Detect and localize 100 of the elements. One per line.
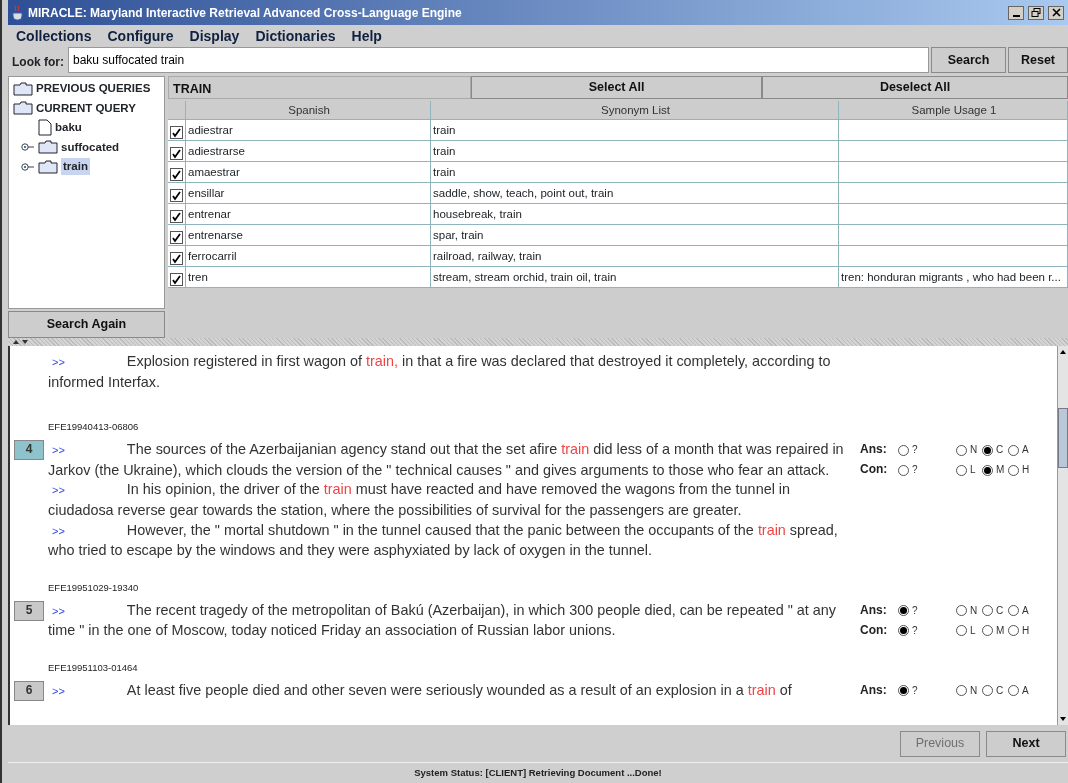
table-cell: housebreak, train (433, 208, 522, 220)
radio-label: A (1022, 684, 1029, 699)
column-header: Spanish (186, 101, 431, 120)
scrollbar-thumb[interactable] (1058, 408, 1068, 468)
checkbox[interactable] (170, 146, 183, 160)
checkbox[interactable] (170, 209, 183, 223)
search-again-button[interactable]: Search Again (8, 311, 165, 338)
toolbar-button[interactable]: Select All (471, 76, 763, 99)
result-number-button[interactable]: 6 (14, 680, 44, 701)
checkbox[interactable] (170, 125, 183, 139)
toolbar-button[interactable]: Reset (1008, 47, 1068, 73)
folder-icon (13, 81, 33, 96)
table-cell: adiestrar (188, 124, 233, 136)
folder-icon (13, 101, 33, 116)
radio-label: ? (912, 443, 918, 458)
table-cell: ensillar (188, 187, 225, 199)
table-cell: train (433, 124, 456, 136)
table-cell: train (433, 166, 456, 178)
checkbox[interactable] (170, 272, 183, 286)
collapse-arrows-icon[interactable] (12, 339, 30, 345)
tree-item[interactable]: baku (55, 119, 82, 137)
nav-button[interactable]: Next (986, 730, 1066, 757)
paragraph-text: >> At least five people died and other seven were seriously wounded as a result of an explosion in a train of (51, 680, 793, 700)
minimize-icon (1012, 15, 1020, 17)
app-icon (12, 4, 24, 21)
menu-item[interactable]: Help (351, 25, 382, 47)
radio-button[interactable] (898, 625, 909, 637)
radio-button[interactable] (982, 444, 993, 456)
toolbar-button[interactable]: Search (931, 47, 1006, 73)
radio-label: ? (912, 623, 918, 638)
radio-button[interactable] (1008, 685, 1019, 697)
checkbox[interactable] (170, 230, 183, 244)
rating-label: Con: (860, 621, 889, 639)
status-text: System Status: [CLIENT] Retrieving Document ...Done! (414, 767, 662, 778)
radio-label: N (970, 603, 978, 618)
folder-icon (38, 159, 58, 174)
document-id: EFE19951029-19340 (48, 580, 140, 595)
paragraph-text: >> However, the " mortal shutdown " in the tunnel caused that the panic between the occupants of the train spread, who tried to escape by the windows and they were asphyxiated by lack of oxygen in the tunnel. (48, 520, 839, 561)
radio-label: H (1022, 623, 1030, 638)
window-title: MIRACLE: Maryland Interactive Retrieval Advanced Cross-Language Engine (28, 4, 463, 22)
tree-item[interactable]: suffocated (61, 138, 120, 156)
radio-button[interactable] (1008, 605, 1019, 617)
radio-button[interactable] (982, 464, 993, 476)
tree-item[interactable]: train (61, 158, 90, 176)
table-cell: ferrocarril (188, 250, 237, 262)
radio-button[interactable] (898, 464, 909, 476)
table-cell: entrenarse (188, 229, 243, 241)
expand-handle-icon[interactable] (21, 161, 35, 172)
result-number-button[interactable]: 4 (14, 440, 44, 461)
table-cell: adiestrarse (188, 145, 245, 157)
radio-label: A (1022, 443, 1029, 458)
column-header: Sample Usage 1 (839, 101, 1068, 120)
radio-label: N (970, 443, 978, 458)
radio-button[interactable] (898, 605, 909, 617)
column-header: Synonym List (431, 101, 839, 120)
maximize-button[interactable] (1028, 5, 1044, 20)
rating-label: Con: (860, 461, 889, 479)
search-field[interactable]: baku suffocated train (68, 47, 929, 73)
document-id: EFE19951103-01464 (48, 660, 139, 675)
radio-button[interactable] (898, 444, 909, 456)
radio-button[interactable] (956, 685, 967, 697)
table-cell: railroad, railway, train (433, 250, 542, 262)
radio-button[interactable] (956, 625, 967, 637)
radio-label: C (996, 443, 1004, 458)
radio-button[interactable] (1008, 625, 1019, 637)
minimize-button[interactable] (1008, 5, 1024, 20)
radio-button[interactable] (1008, 444, 1019, 456)
toolbar-button[interactable]: Deselect All (762, 76, 1068, 99)
menu-item[interactable]: Display (189, 25, 240, 47)
radio-label: C (996, 684, 1004, 699)
checkbox[interactable] (170, 188, 183, 202)
menu-item[interactable]: Dictionaries (255, 25, 336, 47)
menu-item[interactable]: Configure (107, 25, 174, 47)
radio-button[interactable] (898, 685, 909, 697)
result-number-button[interactable]: 5 (14, 600, 44, 621)
maximize-icon (1030, 7, 1042, 18)
close-button[interactable] (1048, 5, 1064, 20)
rating-label: Ans: (860, 441, 888, 459)
radio-label: ? (912, 463, 918, 478)
paragraph-text: >> The recent tragedy of the metropolitan of Bakú (Azerbaijan), in which 300 people died, can be repeated " at any time " in the one of Moscow, today noticed Friday an association of Russian labor unions. (48, 600, 837, 641)
rating-label: Ans: (860, 682, 888, 700)
tree-item[interactable]: CURRENT QUERY (36, 99, 136, 117)
radio-button[interactable] (982, 685, 993, 697)
radio-button[interactable] (956, 444, 967, 456)
radio-label: ? (912, 603, 918, 618)
radio-button[interactable] (956, 605, 967, 617)
radio-button[interactable] (982, 605, 993, 617)
table-cell: tren (188, 271, 208, 283)
table-cell: tren: honduran migrants , who had been r... (841, 271, 1061, 283)
radio-button[interactable] (982, 625, 993, 637)
menu-item[interactable]: Collections (16, 25, 92, 47)
expand-handle-icon[interactable] (21, 142, 35, 153)
checkbox[interactable] (170, 167, 183, 181)
table-cell: amaestrar (188, 166, 240, 178)
checkbox[interactable] (170, 251, 183, 265)
close-icon (1050, 7, 1062, 18)
tree-item[interactable]: PREVIOUS QUERIES (36, 80, 151, 98)
radio-button[interactable] (1008, 464, 1019, 476)
radio-label: C (996, 603, 1004, 618)
radio-button[interactable] (956, 464, 967, 476)
